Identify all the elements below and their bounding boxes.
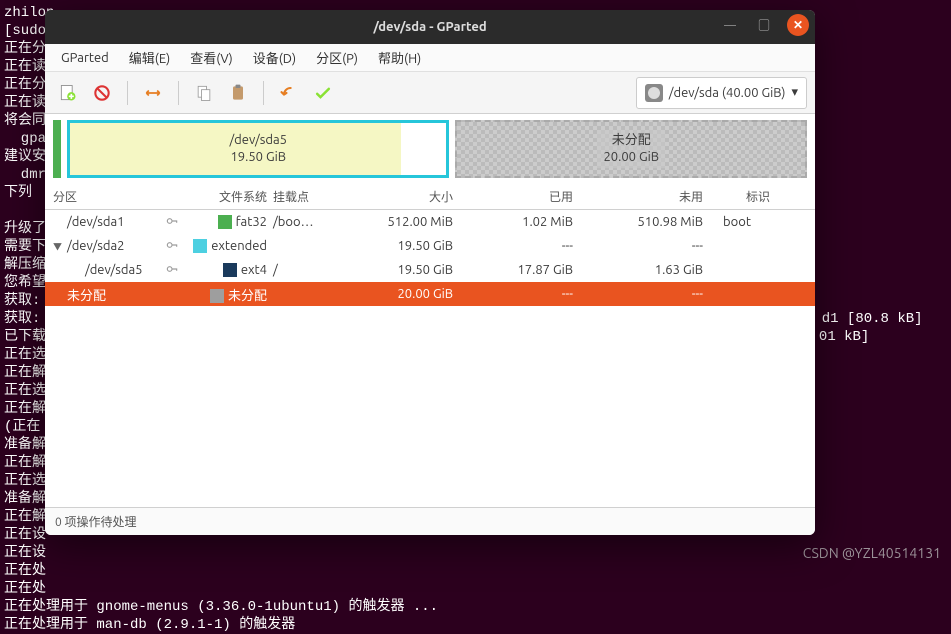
copy-button[interactable] <box>189 78 219 108</box>
toolbar: /dev/sda (40.00 GiB) ▾ <box>45 72 815 114</box>
col-filesystem[interactable]: 文件系统 <box>183 188 273 205</box>
paste-button[interactable] <box>223 78 253 108</box>
lock-icon <box>165 214 179 228</box>
table-header: 分区 文件系统 挂载点 大小 已用 未用 标识 <box>45 184 815 210</box>
flag-value: boot <box>723 215 793 229</box>
viz-free-space <box>401 123 446 175</box>
watermark: CSDN @YZL40514131 <box>803 545 941 561</box>
device-selector-label: /dev/sda (40.00 GiB) <box>669 86 786 100</box>
window-title: /dev/sda - GParted <box>373 20 486 34</box>
viz-unallocated[interactable]: 未分配20.00 GiB <box>455 120 807 178</box>
used-value: --- <box>473 239 593 253</box>
fs-type: fat32 <box>236 215 267 229</box>
col-size[interactable]: 大小 <box>333 188 473 205</box>
delete-button[interactable] <box>87 78 117 108</box>
col-unused[interactable]: 未用 <box>593 188 723 205</box>
separator <box>127 81 128 105</box>
lock-icon <box>165 238 179 252</box>
table-row[interactable]: /dev/sda5 ext4 /19.50 GiB17.87 GiB1.63 GiB <box>45 258 815 282</box>
undo-button[interactable] <box>274 78 304 108</box>
menu-device[interactable]: 设备(D) <box>245 45 304 70</box>
size-value: 20.00 GiB <box>333 287 473 301</box>
fs-type: extended <box>211 239 267 253</box>
separator <box>178 81 179 105</box>
viz-partition-label: /dev/sda519.50 GiB <box>229 132 287 166</box>
viz-partition-sda5[interactable]: /dev/sda519.50 GiB <box>67 120 449 178</box>
titlebar: /dev/sda - GParted <box>45 10 815 44</box>
partition-name: /dev/sda1 <box>67 215 125 229</box>
new-partition-button[interactable] <box>53 78 83 108</box>
unused-value: --- <box>593 287 723 301</box>
resize-button[interactable] <box>138 78 168 108</box>
disk-icon <box>645 84 663 102</box>
used-value: 17.87 GiB <box>473 263 593 277</box>
maximize-button[interactable] <box>753 14 775 36</box>
fs-swatch <box>210 289 224 303</box>
col-mountpoint[interactable]: 挂载点 <box>273 188 333 205</box>
fs-swatch <box>193 239 207 253</box>
window-controls <box>719 14 809 36</box>
lock-icon <box>165 262 179 276</box>
fs-swatch <box>218 215 232 229</box>
used-value: --- <box>473 287 593 301</box>
menu-edit[interactable]: 编辑(E) <box>121 45 178 70</box>
used-value: 1.02 MiB <box>473 215 593 229</box>
statusbar: 0 项操作待处理 <box>45 507 815 535</box>
col-partition[interactable]: 分区 <box>45 188 165 205</box>
menu-help[interactable]: 帮助(H) <box>370 45 429 70</box>
minimize-button[interactable] <box>719 14 741 36</box>
menubar: GParted 编辑(E) 查看(V) 设备(D) 分区(P) 帮助(H) <box>45 44 815 72</box>
table-row[interactable]: 未分配未分配20.00 GiB------ <box>45 282 815 306</box>
size-value: 19.50 GiB <box>333 239 473 253</box>
menu-gparted[interactable]: GParted <box>53 48 117 68</box>
separator <box>263 81 264 105</box>
chevron-down-icon: ▾ <box>791 85 798 100</box>
status-text: 0 项操作待处理 <box>55 513 137 530</box>
size-value: 512.00 MiB <box>333 215 473 229</box>
table-row[interactable]: /dev/sda1 fat32/boo…512.00 MiB1.02 MiB510… <box>45 210 815 234</box>
partition-table: /dev/sda1 fat32/boo…512.00 MiB1.02 MiB510… <box>45 210 815 507</box>
partition-name: /dev/sda2 <box>67 239 125 253</box>
partition-name: 未分配 <box>67 285 106 304</box>
unused-value: 1.63 GiB <box>593 263 723 277</box>
partition-visualization: /dev/sda519.50 GiB 未分配20.00 GiB <box>45 114 815 184</box>
apply-button[interactable] <box>308 78 338 108</box>
close-button[interactable] <box>787 14 809 36</box>
gparted-window: /dev/sda - GParted GParted 编辑(E) 查看(V) 设… <box>45 10 815 535</box>
device-selector[interactable]: /dev/sda (40.00 GiB) ▾ <box>636 77 807 109</box>
size-value: 19.50 GiB <box>333 263 473 277</box>
table-row[interactable]: ▼/dev/sda2extended19.50 GiB------ <box>45 234 815 258</box>
viz-unalloc-label: 未分配20.00 GiB <box>597 130 665 168</box>
fs-swatch <box>223 263 237 277</box>
viz-swap[interactable] <box>53 120 61 178</box>
mount-point: / <box>273 263 333 277</box>
menu-partition[interactable]: 分区(P) <box>308 45 366 70</box>
mount-point: /boo… <box>273 215 333 229</box>
unused-value: --- <box>593 239 723 253</box>
partition-name: /dev/sda5 <box>85 263 143 277</box>
fs-type: 未分配 <box>228 289 267 303</box>
col-flags[interactable]: 标识 <box>723 188 793 205</box>
col-used[interactable]: 已用 <box>473 188 593 205</box>
fs-type: ext4 <box>241 263 267 277</box>
unused-value: 510.98 MiB <box>593 215 723 229</box>
menu-view[interactable]: 查看(V) <box>182 45 240 70</box>
